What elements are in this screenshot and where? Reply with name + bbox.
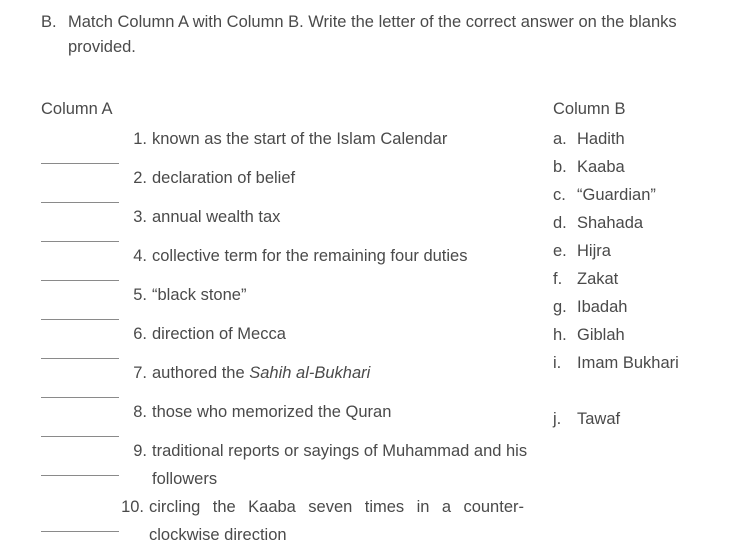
instruction-letter: B. <box>41 13 57 31</box>
match-item-row: 4. collective term for the remaining fou… <box>41 242 541 281</box>
option-label: Zakat <box>577 270 619 288</box>
option-letter: g. <box>553 298 567 316</box>
column-a: Column A 1. known as the start of the Is… <box>41 97 541 549</box>
option-letter: a. <box>553 130 567 148</box>
option-row: i. Imam Bukhari <box>553 349 733 377</box>
item-text: annual wealth tax <box>152 208 281 226</box>
match-item-row: 9. traditional reports or sayings of Muh… <box>41 437 541 493</box>
item-number: 3. <box>133 208 147 226</box>
item-number: 10. <box>121 498 144 516</box>
match-item-row: 10. circling the Kaaba seven times in a … <box>41 493 541 549</box>
item-text: direction of Mecca <box>152 325 286 343</box>
option-label: Tawaf <box>577 410 621 428</box>
option-row: b. Kaaba <box>553 153 733 181</box>
option-label: Kaaba <box>577 158 625 176</box>
column-b-heading: Column B <box>553 100 626 118</box>
column-b: Column B a. Hadith b. Kaaba c. “Guardian… <box>553 97 733 433</box>
match-item-row: 8. those who memorized the Quran <box>41 398 541 437</box>
item-text: those who memorized the Quran <box>152 403 392 421</box>
option-label: Imam Bukhari <box>577 354 679 372</box>
match-item-row: 2. declaration of belief <box>41 164 541 203</box>
option-letter: b. <box>553 158 567 176</box>
option-letter: f. <box>553 270 563 288</box>
item-number: 2. <box>133 169 147 187</box>
item-number: 6. <box>133 325 147 343</box>
match-item-row: 6. direction of Mecca <box>41 320 541 359</box>
option-label: Hadith <box>577 130 625 148</box>
option-row: j. Tawaf <box>553 405 733 433</box>
option-letter: j. <box>553 410 562 428</box>
answer-blank-9[interactable] <box>41 456 119 476</box>
answer-blank-10[interactable] <box>41 512 119 532</box>
option-letter: e. <box>553 242 567 260</box>
item-text-plain: authored the <box>152 364 250 382</box>
instruction-text: Match Column A with Column B. Write the … <box>68 13 677 56</box>
option-row: a. Hadith <box>553 125 733 153</box>
item-text: “black stone” <box>152 286 247 304</box>
answer-blank-3[interactable] <box>41 222 119 242</box>
option-label: Ibadah <box>577 298 628 316</box>
item-text: declaration of belief <box>152 169 296 187</box>
answer-blank-7[interactable] <box>41 378 119 398</box>
item-text: traditional reports or sayings of Muhamm… <box>152 442 528 488</box>
answer-blank-1[interactable] <box>41 144 119 164</box>
match-item-row: 5. “black stone” <box>41 281 541 320</box>
option-row: f. Zakat <box>553 265 733 293</box>
answer-blank-2[interactable] <box>41 183 119 203</box>
option-letter: h. <box>553 326 567 344</box>
option-row: h. Giblah <box>553 321 733 349</box>
match-item-row: 7. authored the Sahih al-Bukhari <box>41 359 541 398</box>
item-number: 1. <box>133 130 147 148</box>
answer-blank-8[interactable] <box>41 417 119 437</box>
item-text: collective term for the remaining four d… <box>152 247 468 265</box>
instruction-block: B. Match Column A with Column B. Write t… <box>41 10 701 60</box>
column-a-heading: Column A <box>41 100 113 118</box>
item-text: authored the Sahih al-Bukhari <box>152 359 541 387</box>
answer-blank-4[interactable] <box>41 261 119 281</box>
option-label: Giblah <box>577 326 625 344</box>
option-row: e. Hijra <box>553 237 733 265</box>
option-list-spacer <box>553 377 733 405</box>
option-letter: d. <box>553 214 567 232</box>
option-letter: c. <box>553 186 566 204</box>
option-label: Hijra <box>577 242 611 260</box>
item-number: 4. <box>133 247 147 265</box>
item-text: known as the start of the Islam Calendar <box>152 130 448 148</box>
item-text: circling the Kaaba seven times in a coun… <box>149 498 524 544</box>
option-row: g. Ibadah <box>553 293 733 321</box>
option-row: d. Shahada <box>553 209 733 237</box>
item-number: 7. <box>133 364 147 382</box>
answer-blank-6[interactable] <box>41 339 119 359</box>
option-letter: i. <box>553 354 562 372</box>
option-label: Shahada <box>577 214 644 232</box>
item-number: 5. <box>133 286 147 304</box>
answer-blank-5[interactable] <box>41 300 119 320</box>
option-label: “Guardian” <box>577 186 656 204</box>
match-item-row: 1. known as the start of the Islam Calen… <box>41 125 541 164</box>
item-text-italic: Sahih al-Bukhari <box>249 364 371 382</box>
item-number: 8. <box>133 403 147 421</box>
match-item-row: 3. annual wealth tax <box>41 203 541 242</box>
item-number: 9. <box>133 442 147 460</box>
option-row: c. “Guardian” <box>553 181 733 209</box>
